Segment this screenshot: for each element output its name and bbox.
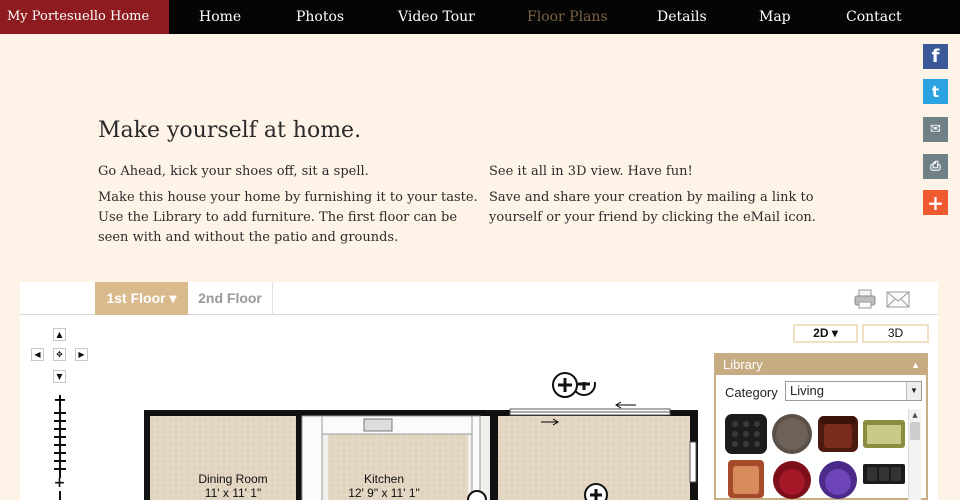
intro-right-body: Save and share your creation by mailing … xyxy=(489,190,816,225)
pan-left-button[interactable]: ◀ xyxy=(31,348,44,361)
brand-link[interactable]: My Portesuello Home xyxy=(0,0,169,34)
nav-photos[interactable]: Photos xyxy=(296,0,344,34)
zoom-tick xyxy=(54,420,66,422)
zoom-tick xyxy=(54,460,66,462)
intro-right-lead: See it all in 3D view. Have fun! xyxy=(489,164,693,179)
library-item-purple-round-chair[interactable] xyxy=(816,456,860,499)
nav-contact[interactable]: Contact xyxy=(846,0,902,34)
view-2d-button[interactable]: 2D ▾ xyxy=(793,324,858,343)
nav-home[interactable]: Home xyxy=(199,0,241,34)
room-label-dining-room: Dining Room xyxy=(198,472,268,486)
zoom-tick xyxy=(54,444,66,446)
library-item-olive-sofa[interactable] xyxy=(862,412,906,455)
top-nav: My Portesuello Home Home Photos Video To… xyxy=(0,0,960,34)
intro-left-body: Make this house your home by furnishing … xyxy=(98,190,478,245)
printer-icon[interactable] xyxy=(854,289,876,309)
zoom-tick xyxy=(54,428,66,430)
pan-right-button[interactable]: ▶ xyxy=(75,348,88,361)
view-3d-button[interactable]: 3D xyxy=(862,324,929,343)
nav-video-tour[interactable]: Video Tour xyxy=(398,0,475,34)
mail-icon[interactable] xyxy=(886,291,910,308)
library-item-black-tufted-ottoman[interactable] xyxy=(724,412,768,455)
library-header[interactable]: Library ▲ xyxy=(716,355,926,375)
page-title: Make yourself at home. xyxy=(98,118,362,143)
library-title: Library xyxy=(723,357,763,372)
plus-icon[interactable]: + xyxy=(923,190,948,215)
library-item-copper-chair[interactable] xyxy=(724,456,768,499)
library-panel: Library ▲ Category Living ▼ ▲ xyxy=(714,353,928,500)
tab-2nd-floor[interactable]: 2nd Floor xyxy=(188,282,273,315)
library-item-red-round-chair[interactable] xyxy=(770,456,814,499)
room-size-dining-room: 11' x 11' 1" xyxy=(204,486,262,500)
library-item-black-sofa[interactable] xyxy=(862,456,906,499)
nav-details[interactable]: Details xyxy=(657,0,707,34)
print-icon[interactable]: ⎙ xyxy=(923,154,948,179)
pan-up-button[interactable]: ▲ xyxy=(53,328,66,341)
category-label: Category xyxy=(725,385,778,400)
category-value: Living xyxy=(790,383,824,398)
chevron-down-icon: ▼ xyxy=(906,382,921,400)
pan-down-button[interactable]: ▼ xyxy=(53,370,66,383)
room-label-kitchen: Kitchen xyxy=(363,472,405,486)
zoom-tick xyxy=(54,412,66,414)
floor-planner: 1st Floor ▾ 2nd Floor ▲ ◀ ✥ ▶ ▼ + + 2D ▾… xyxy=(20,282,938,500)
zoom-in-icon[interactable]: + xyxy=(52,392,68,408)
nav-floor-plans[interactable]: Floor Plans xyxy=(527,0,608,34)
intro-left-lead: Go Ahead, kick your shoes off, sit a spe… xyxy=(98,164,369,179)
zoom-tick xyxy=(54,468,66,470)
category-select[interactable]: Living ▼ xyxy=(785,381,922,401)
zoom-handle[interactable]: + xyxy=(53,476,66,491)
pan-center-button[interactable]: ✥ xyxy=(53,348,66,361)
scroll-thumb[interactable] xyxy=(910,422,920,440)
tab-1st-floor[interactable]: 1st Floor ▾ xyxy=(95,282,188,315)
library-item-brown-armchair[interactable] xyxy=(816,412,860,455)
floor-tabbar: 1st Floor ▾ 2nd Floor xyxy=(20,282,938,315)
collapse-icon[interactable]: ▲ xyxy=(911,355,920,375)
room-size-kitchen: 12' 9" x 11' 1" xyxy=(348,486,420,500)
library-scrollbar[interactable]: ▲ xyxy=(908,409,921,500)
scroll-up-icon[interactable]: ▲ xyxy=(909,409,921,421)
nav-map[interactable]: Map xyxy=(759,0,791,34)
twitter-icon[interactable]: t xyxy=(923,79,948,104)
add-furniture-marker-icon[interactable] xyxy=(551,371,579,399)
library-item-round-wood-table[interactable] xyxy=(770,412,814,455)
email-icon[interactable]: ✉ xyxy=(923,117,948,142)
zoom-tick xyxy=(54,452,66,454)
facebook-icon[interactable]: f xyxy=(923,44,948,69)
zoom-tick xyxy=(54,436,66,438)
